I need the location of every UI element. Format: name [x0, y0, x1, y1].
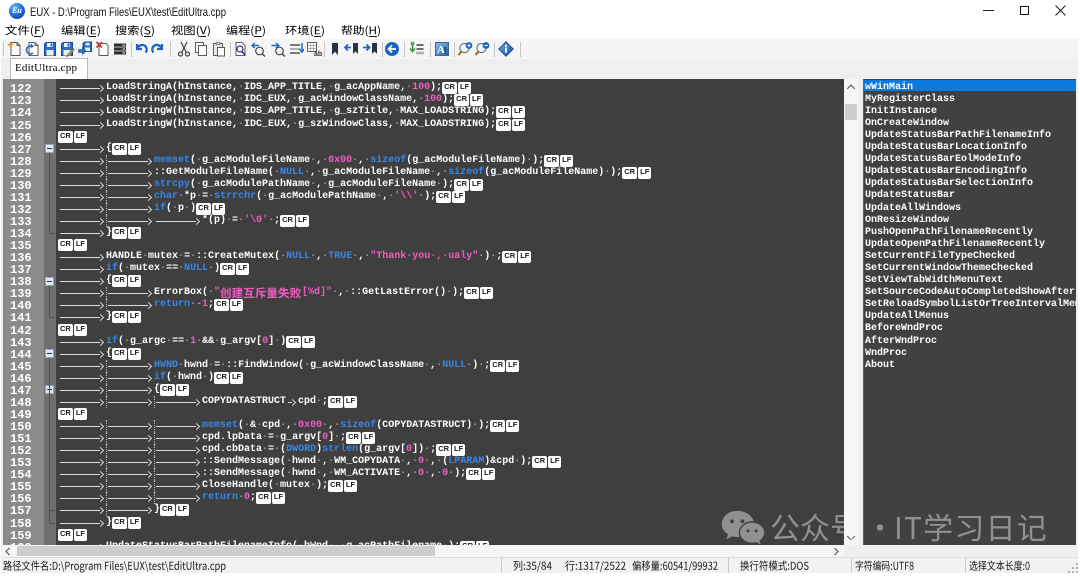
svg-text:ab: ab — [314, 51, 322, 57]
